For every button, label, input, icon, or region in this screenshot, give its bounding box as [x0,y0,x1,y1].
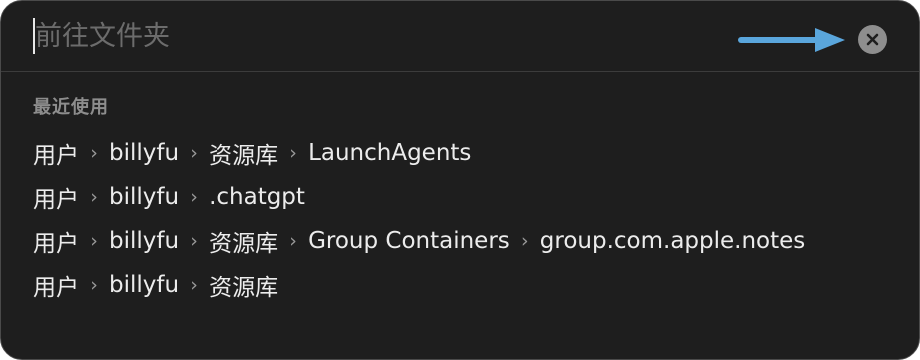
chevron-right-icon: › [90,142,98,164]
recent-path-item[interactable]: 用户 › billyfu › .chatgpt [33,175,893,219]
clear-button[interactable] [858,25,887,54]
chevron-right-icon: › [190,274,198,296]
recent-path-item[interactable]: 用户 › billyfu › 资源库 › LaunchAgents [33,131,893,175]
recents-list: 用户 › billyfu › 资源库 › LaunchAgents 用户 › billyfu › .c… [33,131,893,307]
recents-heading: 最近使用 [33,97,109,118]
chevron-right-icon: › [520,230,529,252]
path-segment: 资源库 [209,231,279,257]
chevron-right-icon: › [90,274,98,296]
go-to-folder-panel: 最近使用 用户 › billyfu › 资源库 › LaunchAgents 用户 › billy… [0,0,920,360]
path-segment: billyfu [109,272,180,298]
recent-path-item[interactable]: 用户 › billyfu › 资源库 › Group Containers › group.co… [33,219,893,263]
path-segment: .chatgpt [209,184,305,210]
close-icon [866,33,879,46]
path-segment: billyfu [109,140,180,166]
path-segment: group.com.apple.notes [539,228,806,254]
chevron-right-icon: › [190,142,198,164]
recent-path-item[interactable]: 用户 › billyfu › 资源库 [33,263,893,307]
path-segment: billyfu [109,228,180,254]
path-segment: Group Containers [308,228,510,254]
chevron-right-icon: › [90,186,98,208]
path-segment: 资源库 [209,143,279,169]
chevron-right-icon: › [289,230,297,252]
chevron-right-icon: › [190,186,198,208]
path-segment: 用户 [33,275,79,301]
folder-path-input[interactable] [35,15,635,57]
pointer-arrow-icon [738,28,845,52]
chevron-right-icon: › [289,142,297,164]
path-segment: 用户 [33,143,79,169]
path-segment: billyfu [109,184,180,210]
divider [1,71,919,72]
chevron-right-icon: › [190,230,198,252]
chevron-right-icon: › [90,230,98,252]
path-segment: 用户 [33,187,79,213]
path-segment: 用户 [33,231,79,257]
path-segment: LaunchAgents [308,140,472,166]
path-segment: 资源库 [209,275,279,301]
search-row [1,1,919,71]
